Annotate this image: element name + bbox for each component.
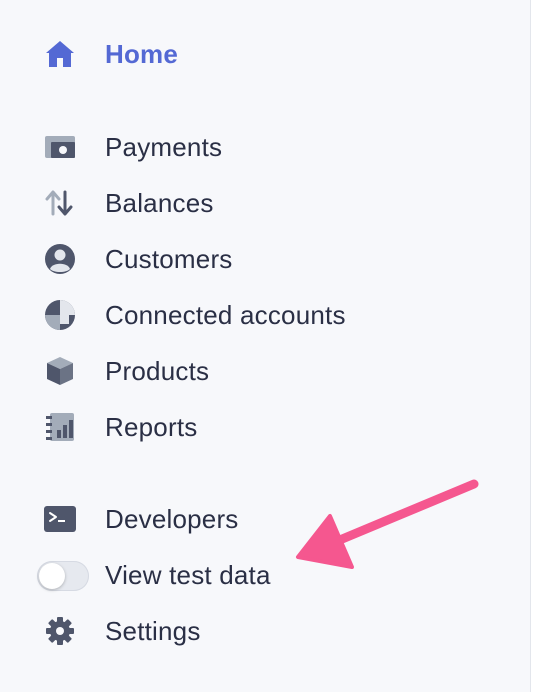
customers-icon — [42, 243, 78, 275]
view-test-data-label: View test data — [105, 560, 271, 590]
sidebar-item-label: Payments — [105, 132, 223, 162]
sidebar-item-developers[interactable]: Developers — [0, 499, 530, 539]
sidebar-item-label: Reports — [105, 412, 198, 442]
test-data-toggle-switch[interactable] — [37, 561, 89, 591]
toggle-knob — [39, 563, 65, 589]
sidebar-item-customers[interactable]: Customers — [0, 239, 530, 279]
developers-icon — [42, 503, 78, 535]
sidebar-item-payments[interactable]: Payments — [0, 127, 530, 167]
sidebar-nav: Home Payments Balances Customers Connect… — [0, 0, 531, 692]
products-icon — [42, 355, 78, 387]
payments-icon — [42, 131, 78, 163]
sidebar-item-label: Settings — [105, 616, 201, 646]
sidebar-item-settings[interactable]: Settings — [0, 611, 530, 651]
sidebar-item-label: Balances — [105, 188, 214, 218]
sidebar-item-connected-accounts[interactable]: Connected accounts — [0, 295, 530, 335]
sidebar-item-label: Developers — [105, 504, 239, 534]
sidebar-item-products[interactable]: Products — [0, 351, 530, 391]
main-content-edge — [531, 0, 554, 692]
view-test-data-toggle-row[interactable]: View test data — [0, 555, 530, 595]
home-icon — [42, 38, 78, 70]
sidebar-item-balances[interactable]: Balances — [0, 183, 530, 223]
sidebar-item-home[interactable]: Home — [0, 34, 530, 74]
connected-accounts-icon — [42, 299, 78, 331]
gear-icon — [42, 615, 78, 647]
sidebar-item-label: Connected accounts — [105, 300, 346, 330]
sidebar-item-label: Products — [105, 356, 210, 386]
balances-icon — [42, 187, 78, 219]
sidebar-item-reports[interactable]: Reports — [0, 407, 530, 447]
reports-icon — [42, 411, 78, 443]
sidebar-item-label: Home — [105, 39, 179, 69]
sidebar-item-label: Customers — [105, 244, 233, 274]
